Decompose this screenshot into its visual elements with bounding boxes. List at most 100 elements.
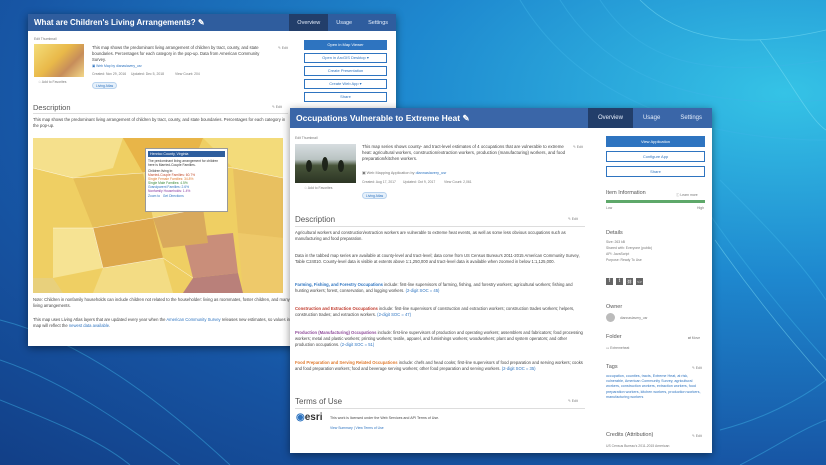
tab-overview[interactable]: Overview	[587, 108, 633, 128]
acs-link[interactable]: American Community Survey	[166, 317, 220, 322]
divider	[295, 408, 585, 409]
tab-usage[interactable]: Usage	[328, 14, 360, 31]
social-icons: f t ⛓ <>	[606, 278, 643, 285]
farming-heading: Farming, Fishing, and Forestry Occupatio…	[295, 282, 383, 287]
popup-row-nonfamily: Nonfamily Households: 1.4%	[148, 189, 191, 193]
farming-soc-link[interactable]: (2-digit SOC = 45)	[406, 288, 440, 293]
facebook-icon[interactable]: f	[606, 278, 613, 285]
configure-app-button[interactable]: Configure App	[606, 151, 705, 162]
popup-directions-link[interactable]: Get Directions	[163, 194, 184, 198]
terms-edit-link[interactable]: ✎ Edit	[568, 399, 578, 403]
detail-api: API: JavaScript	[606, 252, 630, 256]
production-soc-link[interactable]: (2-digit SOC = 51)	[340, 342, 374, 347]
credits-edit-label: Edit	[695, 434, 702, 438]
item-type: ▣ Web Mapping Application by diannaslave…	[362, 171, 447, 175]
construction-soc-link[interactable]: (2-digit SOC = 47)	[377, 312, 411, 317]
newest-data-link[interactable]: newest data available	[69, 323, 109, 328]
description-edit-link[interactable]: ✎ Edit	[272, 105, 282, 109]
item-updated: Updated: Dec 5, 2018	[131, 72, 164, 76]
move-link[interactable]: ⇄ Move	[688, 336, 700, 340]
summary-edit-label: Edit	[281, 46, 288, 50]
share-button[interactable]: Share	[304, 92, 387, 102]
food-soc-link[interactable]: (2-digit SOC = 35)	[502, 366, 536, 371]
open-in-map-viewer-button[interactable]: Open in Map Viewer	[304, 40, 387, 50]
terms-links: View Summary | View Terms of Use	[330, 426, 384, 430]
credits-heading: Credits (Attribution)	[606, 432, 654, 438]
tags-list[interactable]: occupation, counties, tracts, Extreme He…	[606, 374, 706, 400]
add-to-favorites[interactable]: ☆ Add to Favorites	[38, 80, 67, 84]
production-heading: Production (Manufacturing) Occupations	[295, 330, 377, 335]
divider	[295, 226, 585, 227]
popup-title: Henrico County, Virginia	[148, 151, 225, 157]
item-type: ▣ Web Map by dianaslavery_usr	[92, 64, 142, 68]
occupation-food: Food Preparation and Serving Related Occ…	[295, 360, 585, 372]
food-heading: Food Preparation and Serving Related Occ…	[295, 360, 398, 365]
edit-thumbnail-link[interactable]: Edit Thumbnail	[295, 136, 318, 140]
view-summary-link[interactable]: View Summary	[330, 426, 353, 430]
description-edit-label: Edit	[275, 105, 282, 109]
credits-text: US Census Bureau's 2011-2015 American	[606, 444, 670, 448]
link-icon[interactable]: ⛓	[626, 278, 633, 285]
item-type-text: Web Mapping Application by	[366, 171, 416, 175]
item-updated: Updated: Oct 9, 2017	[403, 180, 436, 184]
pencil-icon[interactable]: ✎	[198, 18, 205, 27]
terms-edit-label: Edit	[571, 399, 578, 403]
tab-overview[interactable]: Overview	[289, 14, 329, 31]
edit-thumbnail-link[interactable]: Edit Thumbnail	[34, 37, 57, 41]
description-edit-label: Edit	[571, 217, 578, 221]
embedded-map[interactable]: Henrico County, Virginia The predominant…	[33, 138, 283, 293]
description-edit-link[interactable]: ✎ Edit	[568, 217, 578, 221]
esri-logo-text: esri	[304, 412, 323, 423]
folder-name-text: Extremeheat	[610, 346, 630, 350]
tags-edit-label: Edit	[695, 366, 702, 370]
avatar	[606, 313, 615, 322]
credits-edit-link[interactable]: ✎ Edit	[692, 434, 702, 438]
embed-icon[interactable]: <>	[636, 278, 643, 285]
item-view-count: View Count: 204	[175, 72, 200, 76]
terms-text: This work is licensed under the Web Serv…	[330, 416, 440, 420]
item-summary: This map shows the predominant living ar…	[92, 45, 260, 62]
owner-name[interactable]: diannaslavery_usr	[620, 316, 648, 320]
item-information-heading: Item Information	[606, 190, 646, 196]
open-in-arcgis-desktop-button[interactable]: Open in ArcGIS Desktop ▾	[304, 53, 387, 63]
living-atlas-badge: Living Atlas	[92, 82, 118, 89]
note-updates-a: This map uses Living Atlas layers that a…	[33, 317, 167, 322]
globe-icon: ◉	[296, 412, 305, 423]
item-created: Created: Nov 29, 2016	[92, 72, 127, 76]
item-title: Occupations Vulnerable to Extreme Heat ✎	[290, 108, 588, 128]
item-title: What are Children's Living Arrangements?…	[28, 14, 289, 31]
description-heading: Description	[33, 103, 71, 112]
tab-settings[interactable]: Settings	[670, 108, 712, 128]
tab-settings[interactable]: Settings	[360, 14, 396, 31]
tags-edit-link[interactable]: ✎ Edit	[692, 366, 702, 370]
share-button[interactable]: Share	[606, 166, 705, 177]
summary-edit-link[interactable]: ✎ Edit	[573, 145, 583, 149]
window-header: What are Children's Living Arrangements?…	[28, 14, 396, 31]
summary-edit-link[interactable]: ✎ Edit	[278, 46, 288, 50]
map-thumbnail	[34, 44, 84, 77]
tab-usage[interactable]: Usage	[633, 108, 670, 128]
learn-more-link[interactable]: ⓘ Learn more	[676, 192, 698, 197]
esri-logo: ◉esri	[296, 412, 323, 423]
detail-shared: Shared with: Everyone (public)	[606, 246, 653, 250]
item-created: Created: Aug 17, 2017	[362, 180, 396, 184]
detail-purpose: Purpose: Ready To Use	[606, 258, 642, 262]
view-application-button[interactable]: View Application	[606, 136, 705, 147]
occupation-construction: Construction and Extraction Occupations …	[295, 306, 585, 318]
popup-zoom-link[interactable]: Zoom to	[148, 194, 160, 198]
owner-link[interactable]: diannaslavery_usr	[416, 171, 447, 175]
folder-name: ▭ Extremeheat	[606, 346, 630, 350]
view-terms-link[interactable]: View Terms of Use	[356, 426, 384, 430]
twitter-icon[interactable]: t	[616, 278, 623, 285]
detail-size: Size: 263 kB	[606, 240, 626, 244]
create-presentation-button[interactable]: Create Presentation	[304, 66, 387, 76]
description-heading: Description	[295, 215, 336, 224]
photo-thumbnail	[295, 144, 356, 183]
desc-paragraph-1: Agricultural workers and construction/ex…	[295, 230, 566, 241]
terms-separator: |	[353, 426, 355, 430]
add-to-favorites[interactable]: ☆ Add to Favorites	[304, 186, 333, 190]
tags-heading: Tags	[606, 364, 618, 370]
pencil-icon[interactable]: ✎	[462, 113, 469, 123]
create-web-app-button[interactable]: Create Web App ▾	[304, 79, 387, 89]
add-to-favorites-label: Add to Favorites	[41, 80, 67, 84]
